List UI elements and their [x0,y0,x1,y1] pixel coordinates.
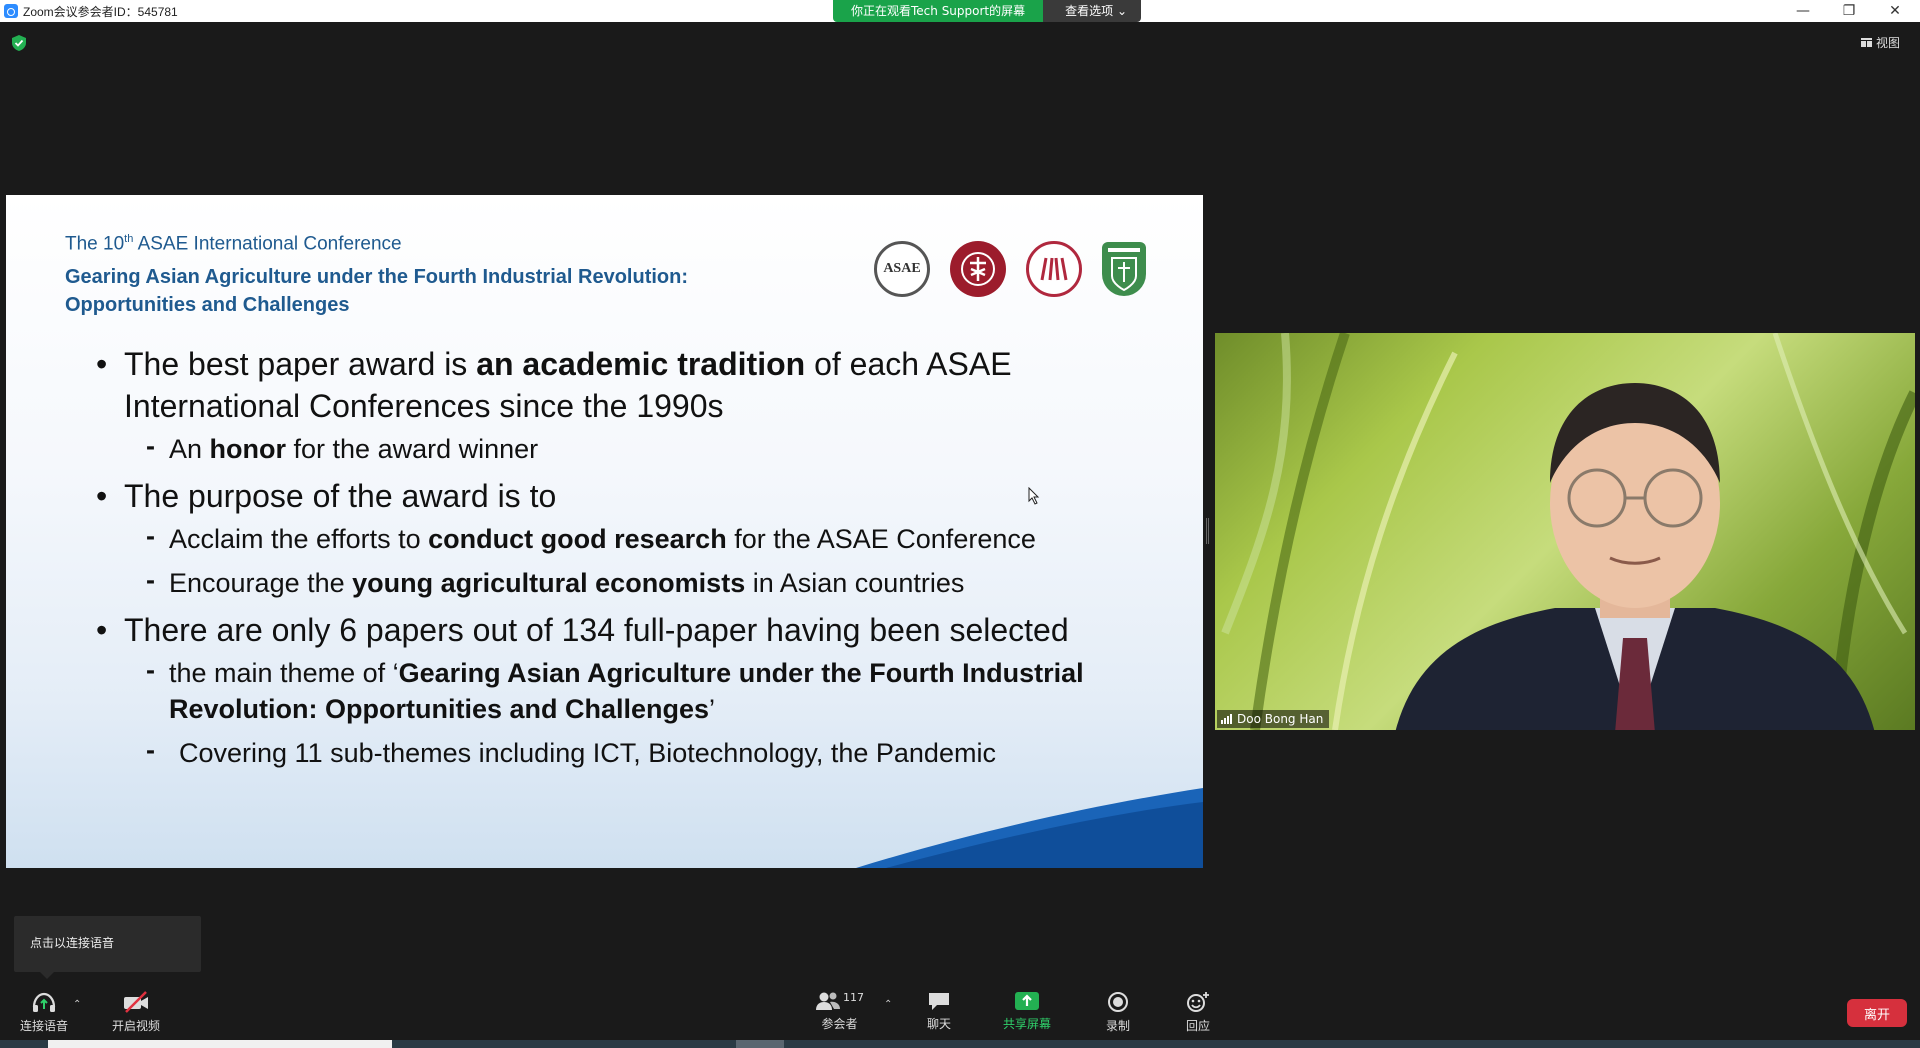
participants-count: 117 [843,991,864,1004]
slide-bullets: The best paper award is an academic trad… [96,343,1186,779]
share-screen-icon [1015,992,1039,1010]
conference-subtitle: Gearing Asian Agriculture under the Four… [65,266,688,316]
view-button-label: 视图 [1875,36,1900,50]
chat-button[interactable]: 聊天 [927,991,951,1032]
chat-label: 聊天 [927,1017,952,1031]
chat-icon [929,993,949,1010]
view-button[interactable]: 视图 [1860,34,1900,51]
share-screen-label: 共享屏幕 [1003,1017,1052,1031]
pku-logo [950,241,1006,297]
start-video-button[interactable]: 开启视频 [112,991,160,1034]
reactions-button[interactable]: 回应 [1185,991,1211,1034]
taskbar-segment [48,1040,392,1048]
sub-bullet-item: the main theme of ‘Gearing Asian Agricul… [96,652,1186,727]
audio-options-caret[interactable]: ⌃ [73,999,81,1010]
close-button[interactable]: ✕ [1872,0,1918,22]
taskbar-segment [736,1040,784,1048]
connect-audio-button[interactable]: 连接语音 [20,991,68,1034]
view-options-button[interactable]: 查看选项 ⌄ [1043,0,1142,22]
participants-label: 参会者 [821,1017,858,1031]
participants-icon [816,992,840,1010]
conference-title: The 10th ASAE International Conference [65,233,402,255]
signal-icon [1221,714,1232,724]
asae-logo: ASAE [874,241,930,297]
participants-options-caret[interactable]: ⌃ [884,999,892,1010]
sub-bullet-item: Acclaim the efforts to conduct good rese… [96,518,1186,557]
bullet-item: There are only 6 papers out of 134 full-… [96,609,1186,651]
minimize-button[interactable]: — [1780,0,1826,22]
bullet-item: The best paper award is an academic trad… [96,343,1186,427]
view-grid-icon [1860,38,1872,47]
record-icon [1108,992,1128,1012]
participants-button[interactable]: 117 参会者 [815,991,864,1032]
start-video-label: 开启视频 [112,1019,161,1033]
participant-video-tile[interactable]: Doo Bong Han [1215,333,1915,730]
record-label: 录制 [1106,1019,1131,1033]
bullet-item: The purpose of the award is to [96,475,1186,517]
connect-audio-tooltip[interactable]: 点击以连接语音 [14,916,201,979]
video-off-icon [124,991,148,1013]
sub-bullet-item: Covering 11 sub-themes including ICT, Bi… [96,732,1186,771]
participant-person [1395,383,1875,730]
sub-bullet-item: An honor for the award winner [96,428,1186,467]
record-button[interactable]: 录制 [1106,991,1130,1034]
reaction-icon [1187,992,1209,1012]
participant-name-tag: Doo Bong Han [1217,710,1330,728]
shared-screen-slide: The 10th ASAE International Conference G… [6,195,1203,868]
meeting-toolbar: 连接语音 ⌃ 开启视频 117 参会者 ⌃ 聊天 共享屏幕 录制 回应 [0,985,1920,1040]
nau-logo [1102,242,1146,296]
sub-bullet-item: Encourage the young agricultural economi… [96,562,1186,601]
shield-check-icon[interactable] [12,35,26,51]
institution-logos: ASAE [874,241,1146,297]
participant-name: Doo Bong Han [1237,712,1324,726]
screen-share-message: 你正在观看Tech Support的屏幕 [833,0,1044,22]
slide-wave-decoration [856,788,1203,868]
headphones-icon [32,992,56,1012]
share-screen-button[interactable]: 共享屏幕 [1003,991,1051,1032]
window-title: Zoom会议参会者ID：545781 [23,4,178,19]
restore-button[interactable]: ❐ [1826,0,1872,22]
mouse-cursor-icon [1028,487,1040,505]
connect-audio-label: 连接语音 [20,1019,69,1033]
reactions-label: 回应 [1185,1019,1210,1033]
panel-resize-handle[interactable] [1206,518,1209,544]
bottom-strip [0,1040,1920,1048]
zoom-app-icon [4,4,18,18]
participants-icon-group: 117 [815,991,864,1011]
screen-share-banner: 你正在观看Tech Support的屏幕 查看选项 ⌄ [833,0,1142,22]
cau-logo [1026,241,1082,297]
leave-meeting-button[interactable]: 离开 [1847,999,1907,1027]
